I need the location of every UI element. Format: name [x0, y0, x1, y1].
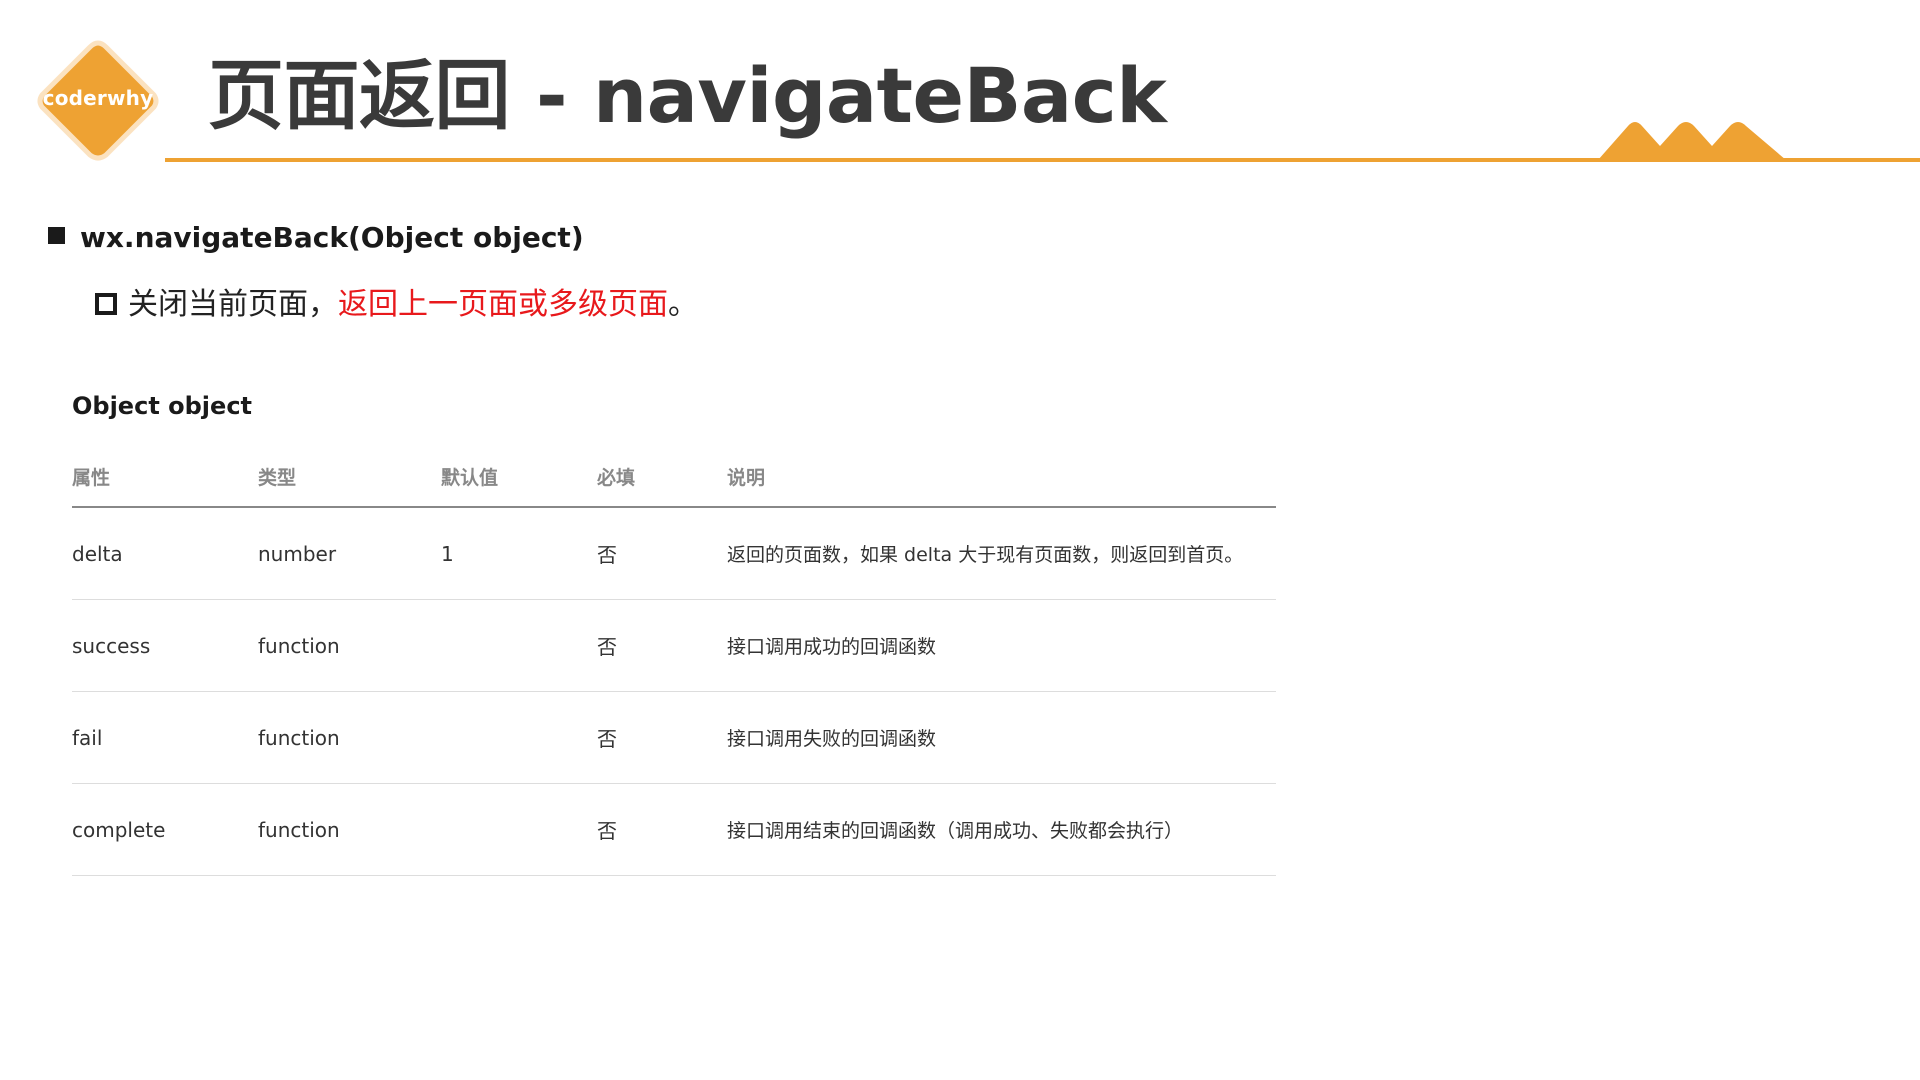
cell-required: 否: [597, 599, 727, 692]
cell-type: function: [258, 599, 441, 692]
parameter-table: 属性 类型 默认值 必填 说明 delta number 1 否 返回的页面数，…: [72, 446, 1276, 876]
mountain-peaks-icon: [1598, 122, 1786, 160]
column-header-property: 属性: [72, 446, 258, 508]
api-signature: wx.navigateBack(Object object): [80, 221, 584, 254]
filled-square-bullet-icon: [48, 227, 65, 244]
cell-required: 否: [597, 783, 727, 876]
cell-default: 1: [441, 507, 597, 600]
logo: coderwhy: [34, 39, 162, 163]
cell-property: fail: [72, 691, 258, 784]
cell-description: 接口调用结束的回调函数（调用成功、失败都会执行）: [727, 783, 1276, 876]
description-highlight: 返回上一页面或多级页面: [338, 287, 668, 322]
cell-description: 接口调用失败的回调函数: [727, 691, 1276, 784]
description-line: 关闭当前页面，返回上一页面或多级页面。: [128, 283, 698, 327]
cell-type: number: [258, 507, 441, 600]
cell-property: delta: [72, 507, 258, 600]
logo-text: coderwhy: [42, 86, 154, 110]
table-row: fail function 否 接口调用失败的回调函数: [72, 691, 1276, 784]
cell-property: success: [72, 599, 258, 692]
cell-default: [441, 783, 597, 876]
column-header-type: 类型: [258, 446, 441, 508]
cell-default: [441, 599, 597, 692]
cell-property: complete: [72, 783, 258, 876]
table-row: complete function 否 接口调用结束的回调函数（调用成功、失败都…: [72, 783, 1276, 876]
cell-default: [441, 691, 597, 784]
cell-description: 返回的页面数，如果 delta 大于现有页面数，则返回到首页。: [727, 507, 1276, 600]
table-row: success function 否 接口调用成功的回调函数: [72, 599, 1276, 692]
column-header-default: 默认值: [441, 446, 597, 508]
cell-type: function: [258, 783, 441, 876]
cell-required: 否: [597, 507, 727, 600]
cell-description: 接口调用成功的回调函数: [727, 599, 1276, 692]
table-row: delta number 1 否 返回的页面数，如果 delta 大于现有页面数…: [72, 507, 1276, 600]
description-prefix: 关闭当前页面，: [128, 287, 338, 322]
column-header-required: 必填: [597, 446, 727, 508]
page-title: 页面返回 - navigateBack: [208, 51, 1167, 140]
table-heading: Object object: [72, 392, 253, 420]
hollow-square-bullet-icon: [95, 293, 117, 315]
column-header-description: 说明: [727, 446, 1276, 508]
description-suffix: 。: [668, 287, 698, 322]
cell-type: function: [258, 691, 441, 784]
table-header-row: 属性 类型 默认值 必填 说明: [72, 446, 1276, 508]
cell-required: 否: [597, 691, 727, 784]
